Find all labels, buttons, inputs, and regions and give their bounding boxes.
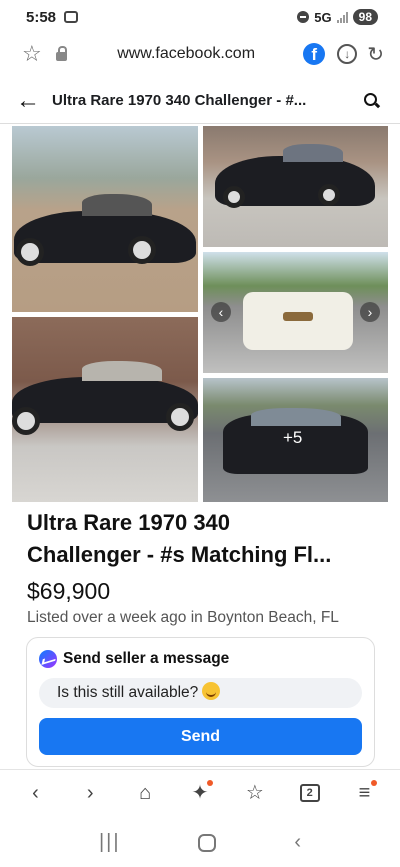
system-nav-bar: ||| ‹ bbox=[0, 818, 400, 867]
home-circle-icon[interactable] bbox=[198, 833, 217, 852]
download-icon[interactable]: ↓ bbox=[337, 44, 358, 64]
car-photo-4[interactable] bbox=[12, 317, 198, 502]
listing-header: ← Ultra Rare 1970 340 Challenger - #... bbox=[0, 78, 400, 124]
status-right: 5G 98 bbox=[297, 9, 378, 25]
menu-icon[interactable]: ≡ bbox=[349, 778, 379, 808]
forward-icon[interactable]: › bbox=[75, 778, 105, 808]
facebook-app-icon[interactable]: f bbox=[303, 43, 326, 65]
message-input-text: Is this still available? bbox=[57, 684, 199, 701]
previous-photo-button[interactable]: ‹ bbox=[211, 302, 231, 322]
messenger-icon bbox=[39, 650, 57, 668]
car-photo-1[interactable] bbox=[12, 126, 198, 312]
lock-icon[interactable] bbox=[56, 45, 67, 61]
message-heading: Send seller a message bbox=[39, 650, 362, 668]
reload-icon[interactable]: ↻ bbox=[367, 42, 384, 67]
status-bar: 5:58 5G 98 bbox=[0, 0, 400, 34]
network-label: 5G bbox=[314, 9, 332, 25]
car-photo-3[interactable]: ‹ › bbox=[203, 252, 388, 373]
search-icon[interactable] bbox=[360, 89, 384, 113]
browser-bottom-toolbar: ‹ › ⌂ ✦ ☆ 2 ≡ bbox=[0, 769, 400, 815]
arrow-left-icon[interactable]: ← bbox=[16, 87, 48, 115]
listing-meta: Listed over a week ago in Boynton Beach,… bbox=[27, 609, 339, 626]
listing-title-line-2: Challenger - #s Matching Fl... bbox=[27, 542, 332, 567]
listing-title: Ultra Rare 1970 340 Challenger - #s Matc… bbox=[27, 507, 377, 571]
url-text[interactable]: www.facebook.com bbox=[77, 45, 295, 63]
home-icon[interactable]: ⌂ bbox=[130, 778, 160, 808]
recent-apps-icon[interactable]: ||| bbox=[99, 831, 121, 854]
bookmarks-star-icon[interactable]: ☆ bbox=[240, 778, 270, 808]
back-icon[interactable]: ‹ bbox=[20, 778, 50, 808]
car-photo-2[interactable] bbox=[203, 126, 388, 247]
notification-dot bbox=[206, 779, 213, 786]
listing-title-line-1: Ultra Rare 1970 340 bbox=[27, 510, 231, 535]
sparkle-icon[interactable]: ✦ bbox=[185, 778, 215, 808]
car-photo-5-more[interactable]: +5 bbox=[203, 378, 388, 502]
next-photo-button[interactable]: › bbox=[360, 302, 380, 322]
browser-url-bar: ☆ www.facebook.com f ↓ ↻ bbox=[0, 34, 400, 74]
do-not-disturb-icon bbox=[297, 11, 310, 23]
message-seller-card: Send seller a message Is this still avai… bbox=[26, 637, 375, 767]
nav-back-icon[interactable]: ‹ bbox=[294, 831, 301, 854]
message-heading-text: Send seller a message bbox=[63, 650, 230, 667]
smile-emoji-icon bbox=[202, 682, 221, 700]
message-input[interactable]: Is this still available? bbox=[39, 678, 362, 708]
tabs-icon[interactable]: 2 bbox=[295, 778, 325, 808]
status-time: 5:58 bbox=[26, 8, 57, 26]
photo-gallery: ‹ › +5 bbox=[12, 126, 388, 502]
more-photos-count: +5 bbox=[283, 428, 303, 447]
listing-price: $69,900 bbox=[27, 578, 111, 604]
signal-icon bbox=[336, 11, 348, 23]
screenshot-icon bbox=[64, 11, 79, 23]
bookmark-star-icon[interactable]: ☆ bbox=[22, 41, 48, 67]
battery-badge: 98 bbox=[352, 9, 378, 25]
send-button[interactable]: Send bbox=[39, 718, 362, 755]
menu-notification-dot bbox=[371, 779, 378, 786]
tabs-count: 2 bbox=[299, 784, 320, 803]
header-title: Ultra Rare 1970 340 Challenger - #... bbox=[52, 92, 307, 109]
